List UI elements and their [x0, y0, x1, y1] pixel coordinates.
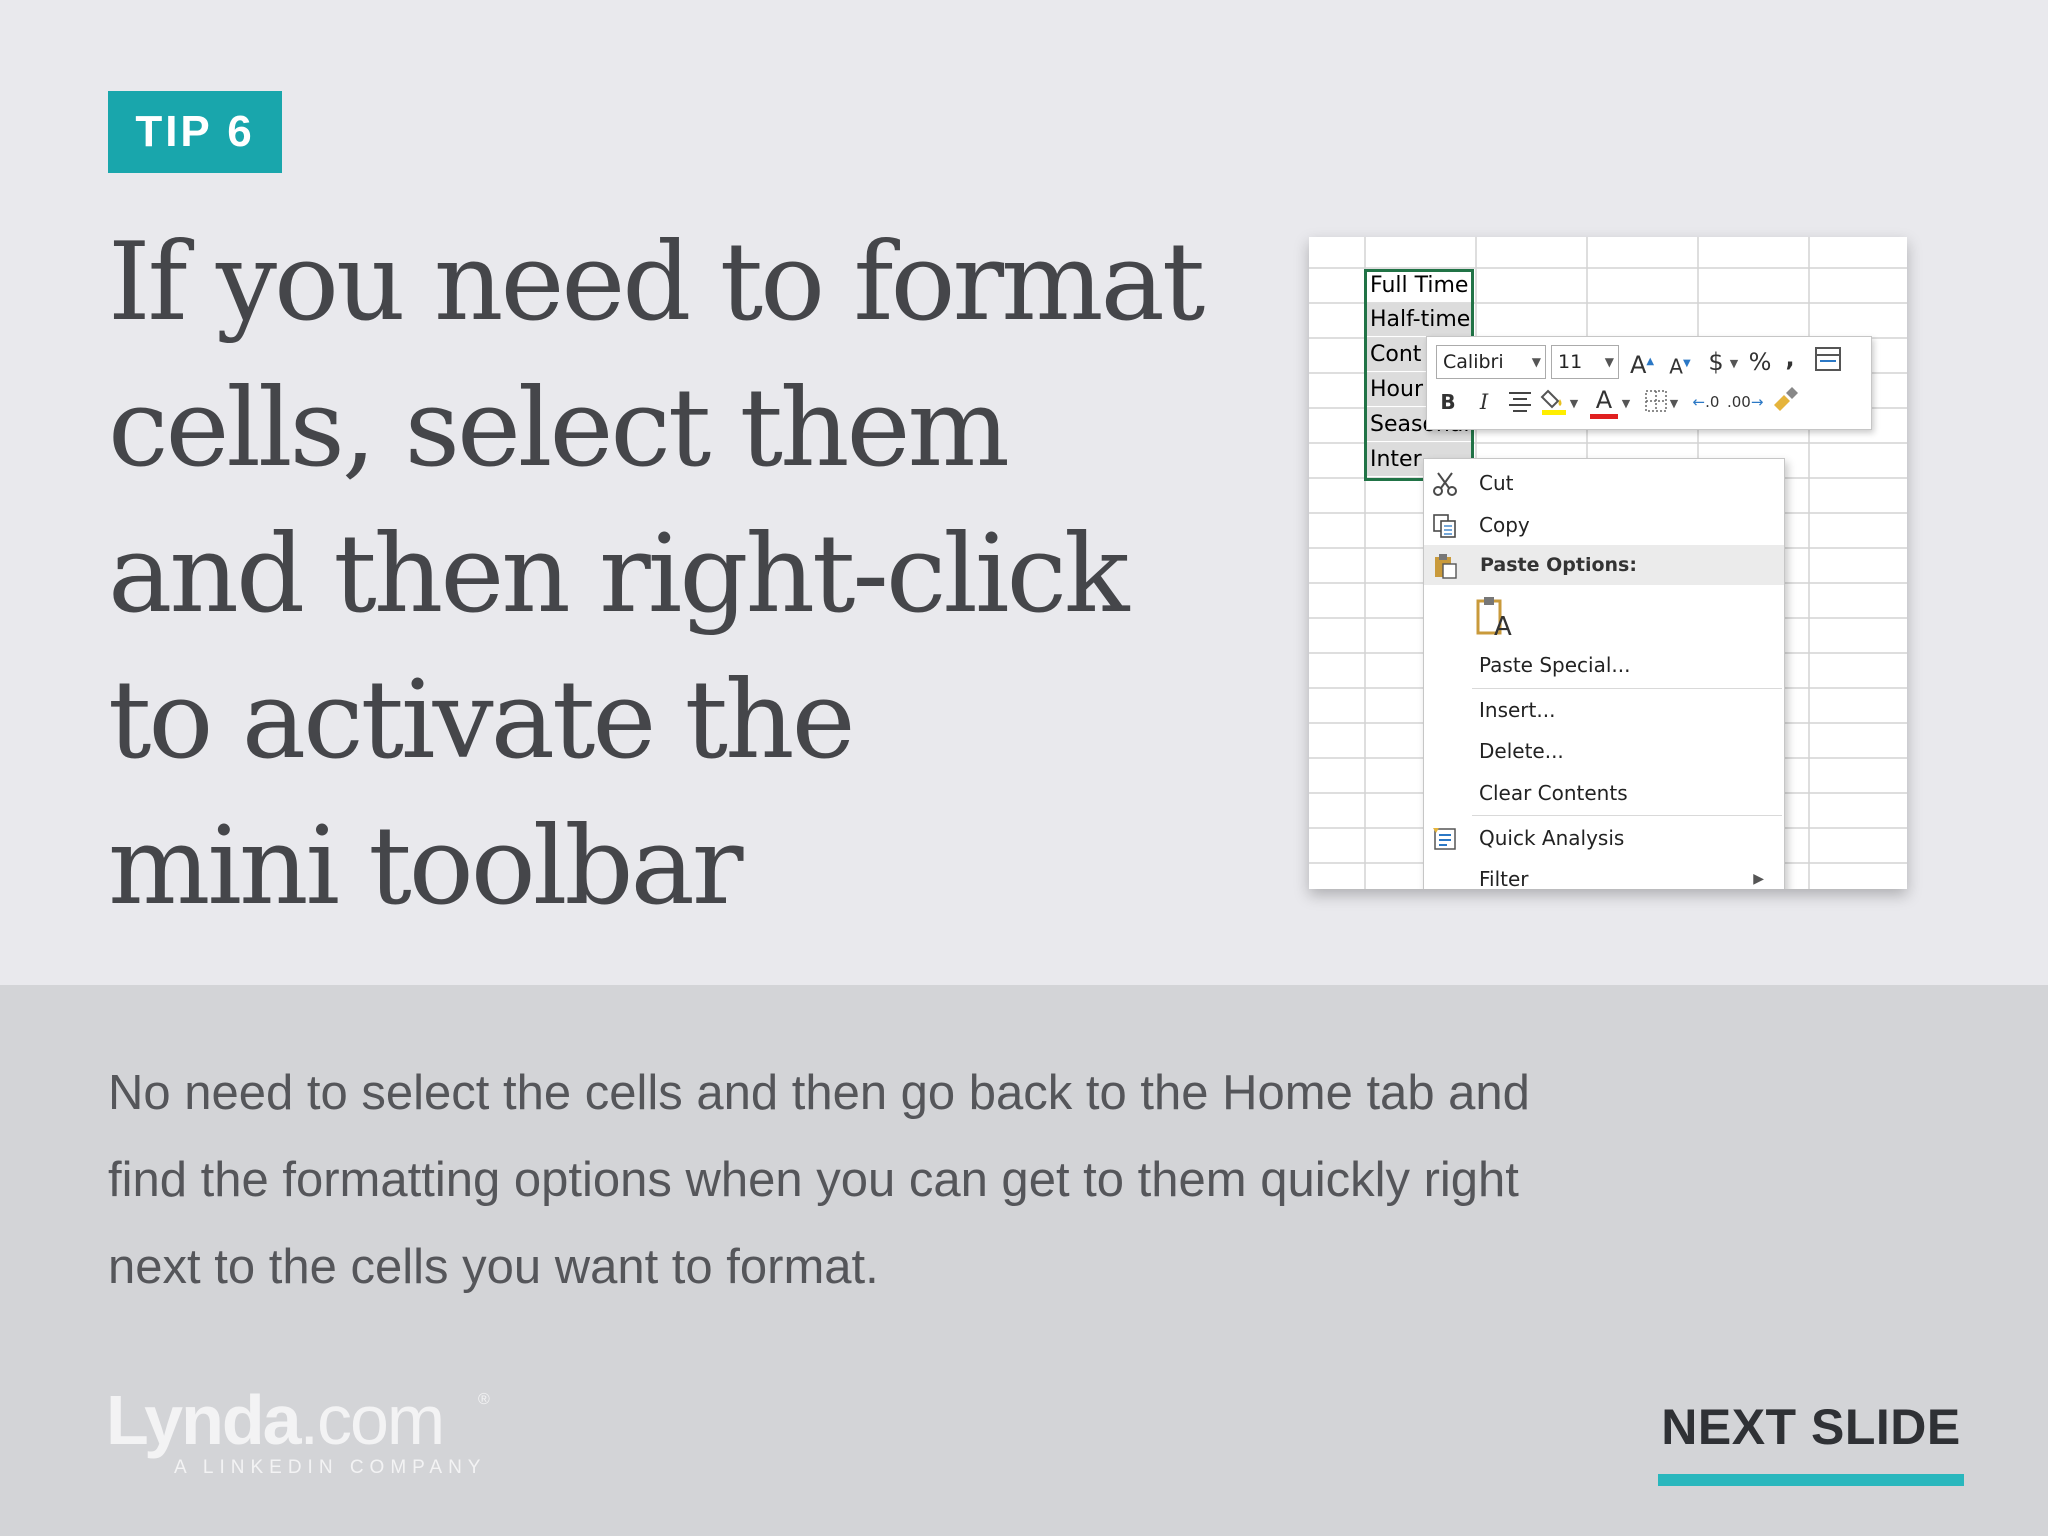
- font-color-icon: A: [1595, 386, 1613, 414]
- font-size-value: 11: [1558, 351, 1583, 373]
- bold-icon: B: [1440, 390, 1456, 414]
- body-line: No need to select the cells and then go …: [108, 1066, 1530, 1120]
- next-slide-button[interactable]: NEXT SLIDE: [1658, 1398, 1964, 1486]
- menu-item-cut[interactable]: Cut: [1424, 463, 1784, 503]
- grow-font-icon: A: [1629, 351, 1647, 379]
- font-name-dropdown[interactable]: Calibri ▼: [1436, 345, 1546, 379]
- logo-suffix: .com: [299, 1381, 446, 1459]
- italic-button[interactable]: I: [1469, 387, 1499, 417]
- fill-color-button[interactable]: [1539, 387, 1569, 422]
- menu-label: Quick Analysis: [1479, 826, 1625, 850]
- headline-line: cells, select them: [108, 366, 1010, 491]
- quick-analysis-icon: [1433, 828, 1456, 850]
- menu-label: Delete...: [1479, 739, 1564, 763]
- menu-item-insert[interactable]: Insert...: [1424, 690, 1784, 730]
- format-painter-icon: [1774, 387, 1798, 411]
- menu-label: Insert...: [1479, 698, 1556, 722]
- arrow-right-icon: →: [1750, 393, 1764, 411]
- chevron-down-icon: ▼: [1531, 355, 1541, 369]
- scissors-icon: [1433, 472, 1457, 496]
- decrease-decimal-button[interactable]: .00→: [1727, 387, 1764, 417]
- logo-word: Lynda: [106, 1381, 302, 1459]
- menu-label: Paste Special...: [1479, 653, 1631, 677]
- font-name-value: Calibri: [1443, 351, 1504, 373]
- paste-text-only-icon: A: [1476, 597, 1512, 642]
- chevron-down-icon[interactable]: ▼: [1667, 389, 1681, 419]
- menu-label: Clear Contents: [1479, 781, 1628, 805]
- table-format-icon: [1815, 347, 1841, 371]
- increase-decimal-icon: .0: [1705, 393, 1720, 411]
- svg-text:A: A: [1494, 612, 1512, 639]
- comma-style-button[interactable]: ,: [1775, 343, 1805, 373]
- menu-label: Copy: [1479, 513, 1530, 537]
- menu-item-copy[interactable]: Copy: [1424, 505, 1784, 545]
- shrink-font-button[interactable]: A▼: [1665, 349, 1695, 382]
- logo-wordmark: Lynda.com: [106, 1385, 445, 1455]
- logo-tagline: A LINKEDIN COMPANY: [174, 1457, 487, 1478]
- borders-icon: [1645, 390, 1667, 412]
- headline: If you need to format cells, select them…: [108, 210, 1228, 940]
- dollar-icon: $: [1708, 348, 1724, 376]
- percent-style-button[interactable]: %: [1745, 347, 1775, 377]
- mini-toolbar: Calibri ▼ 11 ▼ A▲ A▼ $ ▼ % , B I ▼ A ▼ ▼…: [1426, 336, 1872, 430]
- menu-separator: [1472, 688, 1782, 689]
- arrow-left-icon: ←: [1692, 393, 1706, 411]
- font-color-button[interactable]: A: [1589, 385, 1619, 419]
- center-align-button[interactable]: [1505, 389, 1535, 419]
- body-line: find the formatting options when you can…: [108, 1153, 1519, 1207]
- tip-badge: TIP 6: [108, 91, 282, 173]
- font-size-dropdown[interactable]: 11 ▼: [1551, 345, 1619, 379]
- menu-item-paste-special[interactable]: Paste Special...: [1424, 645, 1784, 685]
- context-menu: Cut Copy Paste Options: A Paste Special.…: [1423, 458, 1785, 889]
- menu-label: Filter: [1479, 867, 1529, 889]
- menu-label: Paste Options:: [1480, 554, 1637, 576]
- align-center-icon: [1509, 392, 1531, 412]
- headline-line: to activate the: [108, 658, 856, 783]
- chevron-right-icon: ▶: [1753, 871, 1764, 887]
- headline-line: mini toolbar: [108, 804, 744, 929]
- percent-icon: %: [1748, 348, 1772, 376]
- body-text: No need to select the cells and then go …: [108, 1050, 1758, 1311]
- comma-icon: ,: [1785, 344, 1795, 372]
- excel-screenshot: Full Time Half-time Cont Hour Seasonal I…: [1309, 237, 1907, 889]
- menu-item-clear-contents[interactable]: Clear Contents: [1424, 773, 1784, 813]
- bold-button[interactable]: B: [1433, 387, 1463, 417]
- chevron-down-icon[interactable]: ▼: [1727, 349, 1741, 379]
- chevron-down-icon: ▼: [1604, 355, 1614, 369]
- body-line: next to the cells you want to format.: [108, 1240, 879, 1294]
- grow-font-button[interactable]: A▲: [1627, 347, 1657, 380]
- chevron-down-icon[interactable]: ▼: [1619, 389, 1633, 419]
- menu-item-filter[interactable]: Filter ▶: [1424, 859, 1784, 889]
- chevron-down-icon[interactable]: ▼: [1567, 389, 1581, 419]
- menu-item-quick-analysis[interactable]: Quick Analysis: [1424, 818, 1784, 858]
- shrink-font-icon: A: [1669, 354, 1683, 379]
- font-color-swatch: [1590, 414, 1618, 419]
- paint-bucket-icon: [1540, 389, 1566, 415]
- format-table-button[interactable]: [1813, 347, 1843, 378]
- format-painter-button[interactable]: [1769, 387, 1799, 420]
- headline-line: and then right-click: [108, 512, 1129, 637]
- decrease-decimal-icon: .00: [1727, 393, 1751, 411]
- clipboard-icon: [1435, 554, 1457, 579]
- headline-line: If you need to format: [108, 220, 1205, 345]
- lynda-logo: Lynda.com ® A LINKEDIN COMPANY: [106, 1385, 526, 1478]
- menu-header-paste-options: Paste Options:: [1424, 545, 1784, 585]
- increase-decimal-button[interactable]: ←.0: [1689, 387, 1723, 417]
- registered-mark: ®: [478, 1391, 490, 1408]
- paste-keep-text-button[interactable]: A: [1476, 595, 1516, 642]
- menu-item-delete[interactable]: Delete...: [1424, 731, 1784, 771]
- menu-separator: [1472, 815, 1782, 816]
- italic-icon: I: [1479, 390, 1489, 414]
- copy-icon: [1433, 514, 1456, 538]
- menu-label: Cut: [1479, 471, 1514, 495]
